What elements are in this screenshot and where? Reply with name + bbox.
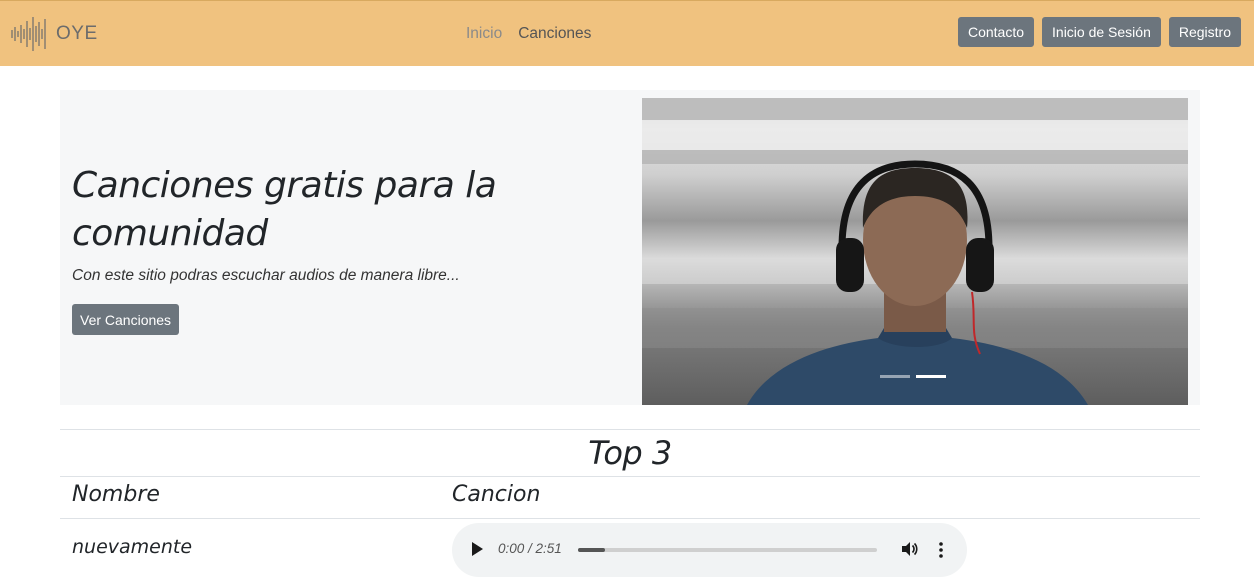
play-icon[interactable] xyxy=(472,542,483,556)
register-button[interactable]: Registro xyxy=(1168,17,1241,47)
soundwave-logo-icon xyxy=(11,17,46,51)
listener-photo xyxy=(747,160,1088,405)
brand-text: OYE xyxy=(56,23,98,44)
carousel-indicator-2[interactable] xyxy=(916,375,946,378)
table-header-row: Nombre Cancion xyxy=(60,476,1200,518)
more-options-icon[interactable] xyxy=(938,541,944,559)
carousel-indicator-1[interactable] xyxy=(880,375,910,378)
nav-link-canciones[interactable]: Canciones xyxy=(518,25,591,43)
audio-progress-fill xyxy=(578,548,605,552)
song-name: nuevamente xyxy=(72,536,193,558)
hero-title: Canciones gratis para la comunidad xyxy=(72,165,497,254)
navbar: OYE Inicio Canciones Contacto Inicio de … xyxy=(0,0,1254,66)
top-songs-table: Top 3 Nombre Cancion nuevamente 0:00 / 2… xyxy=(60,429,1200,588)
brand-link[interactable]: OYE xyxy=(10,15,98,53)
nav-links: Inicio Canciones xyxy=(466,25,591,43)
hero-subtitle: Con este sitio podras escuchar audios de… xyxy=(72,267,460,284)
audio-time: 0:00 / 2:51 xyxy=(498,541,562,556)
hero-carousel[interactable] xyxy=(642,98,1188,405)
nav-link-inicio[interactable]: Inicio xyxy=(466,25,502,43)
login-button[interactable]: Inicio de Sesión xyxy=(1042,17,1161,47)
volume-icon[interactable] xyxy=(900,540,918,558)
audio-player[interactable]: 0:00 / 2:51 xyxy=(452,523,967,577)
column-header-nombre: Nombre xyxy=(72,482,160,507)
column-header-cancion: Cancion xyxy=(452,482,541,507)
nav-actions: Contacto Inicio de Sesión Registro xyxy=(957,17,1241,47)
table-row: nuevamente 0:00 / 2:51 xyxy=(60,518,1200,588)
table-caption: Top 3 xyxy=(60,429,1200,476)
carousel-indicators xyxy=(880,375,946,378)
audio-progress-bar[interactable] xyxy=(578,548,877,552)
view-songs-button[interactable]: Ver Canciones xyxy=(72,304,180,335)
contact-button[interactable]: Contacto xyxy=(957,17,1035,47)
